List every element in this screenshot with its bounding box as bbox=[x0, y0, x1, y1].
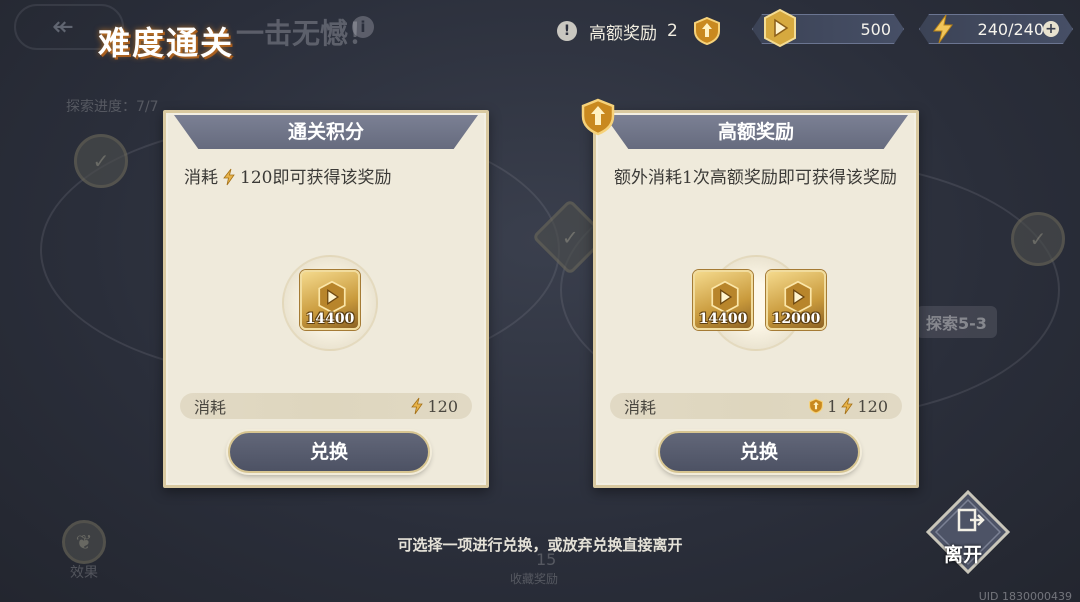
exchange-button[interactable]: 兑换 bbox=[658, 431, 860, 473]
bg-stage-label: 探索5-3 bbox=[916, 306, 997, 338]
reward-card-high-reward: 高额奖励 额外消耗1次高额奖励即可获得该奖励 14400 12000 消耗 1 … bbox=[593, 110, 919, 488]
high-reward-badge-icon bbox=[693, 16, 720, 46]
bg-stage-node: ✓ bbox=[74, 134, 128, 188]
cost-row: 消耗 120 bbox=[180, 393, 472, 419]
cost-row: 消耗 1 120 bbox=[610, 393, 902, 419]
page-title: 难度通关 bbox=[98, 24, 235, 62]
back-arrow-icon: ↞ bbox=[52, 12, 74, 42]
reward-amount: 14400 bbox=[305, 311, 355, 327]
reward-item[interactable]: 12000 bbox=[766, 270, 826, 330]
reward-amount: 14400 bbox=[698, 311, 748, 327]
card-title: 通关积分 bbox=[174, 115, 478, 149]
leave-label: 离开 bbox=[944, 544, 983, 566]
cost-energy: 120 bbox=[427, 396, 458, 416]
bg-stage-node: ✓ bbox=[1011, 212, 1065, 266]
coin-icon bbox=[318, 280, 346, 314]
cost-label: 消耗 bbox=[624, 398, 657, 417]
energy-bolt-icon bbox=[841, 397, 854, 415]
cost-label: 消耗 bbox=[194, 398, 227, 417]
energy-bolt-icon bbox=[933, 14, 953, 44]
coin-icon bbox=[764, 8, 796, 48]
high-reward-indicator[interactable]: ! 高额奖励 2 bbox=[557, 16, 722, 46]
card-title: 高额奖励 bbox=[604, 115, 908, 149]
card-description: 消耗 120即可获得该奖励 bbox=[184, 165, 468, 191]
high-reward-badge-icon bbox=[809, 398, 824, 414]
cost-value: 1 120 bbox=[808, 397, 888, 416]
hint-text: 可选择一项进行兑换，或放弃兑换直接离开 bbox=[397, 536, 683, 554]
high-reward-count: 2 bbox=[667, 21, 678, 41]
reward-item[interactable]: 14400 bbox=[693, 270, 753, 330]
add-energy-button[interactable]: + bbox=[1043, 21, 1059, 37]
exchange-button[interactable]: 兑换 bbox=[228, 431, 430, 473]
coin-amount: 500 bbox=[860, 19, 891, 39]
coin-icon bbox=[784, 280, 812, 314]
bg-effect-label: 效果 bbox=[70, 565, 98, 581]
high-reward-badge-icon bbox=[581, 98, 615, 136]
desc-prefix: 消耗 bbox=[184, 168, 218, 188]
desc-suffix: 120即可获得该奖励 bbox=[240, 168, 392, 188]
exclamation-icon: ! bbox=[557, 21, 577, 41]
reward-card-clear-points: 通关积分 消耗 120即可获得该奖励 14400 消耗 120 兑换 bbox=[163, 110, 489, 488]
cost-value: 120 bbox=[410, 397, 458, 416]
bg-explore-progress: 探索进度：7/7 bbox=[66, 99, 159, 115]
cost-badge-count: 1 bbox=[827, 396, 838, 416]
energy-bolt-icon bbox=[411, 397, 424, 415]
card-description: 额外消耗1次高额奖励即可获得该奖励 bbox=[614, 168, 897, 188]
energy-amount: 240/240 bbox=[977, 19, 1044, 39]
uid-text: UID 1830000439 bbox=[978, 590, 1072, 602]
energy-bolt-icon bbox=[223, 168, 235, 186]
reward-amount: 12000 bbox=[771, 311, 821, 327]
high-reward-label: 高额奖励 bbox=[589, 23, 657, 44]
cost-energy: 120 bbox=[857, 396, 888, 416]
info-icon[interactable]: i bbox=[352, 16, 374, 38]
coin-icon bbox=[711, 280, 739, 314]
bg-bottom-sub: 收藏奖励 bbox=[510, 572, 559, 586]
reward-item[interactable]: 14400 bbox=[300, 270, 360, 330]
